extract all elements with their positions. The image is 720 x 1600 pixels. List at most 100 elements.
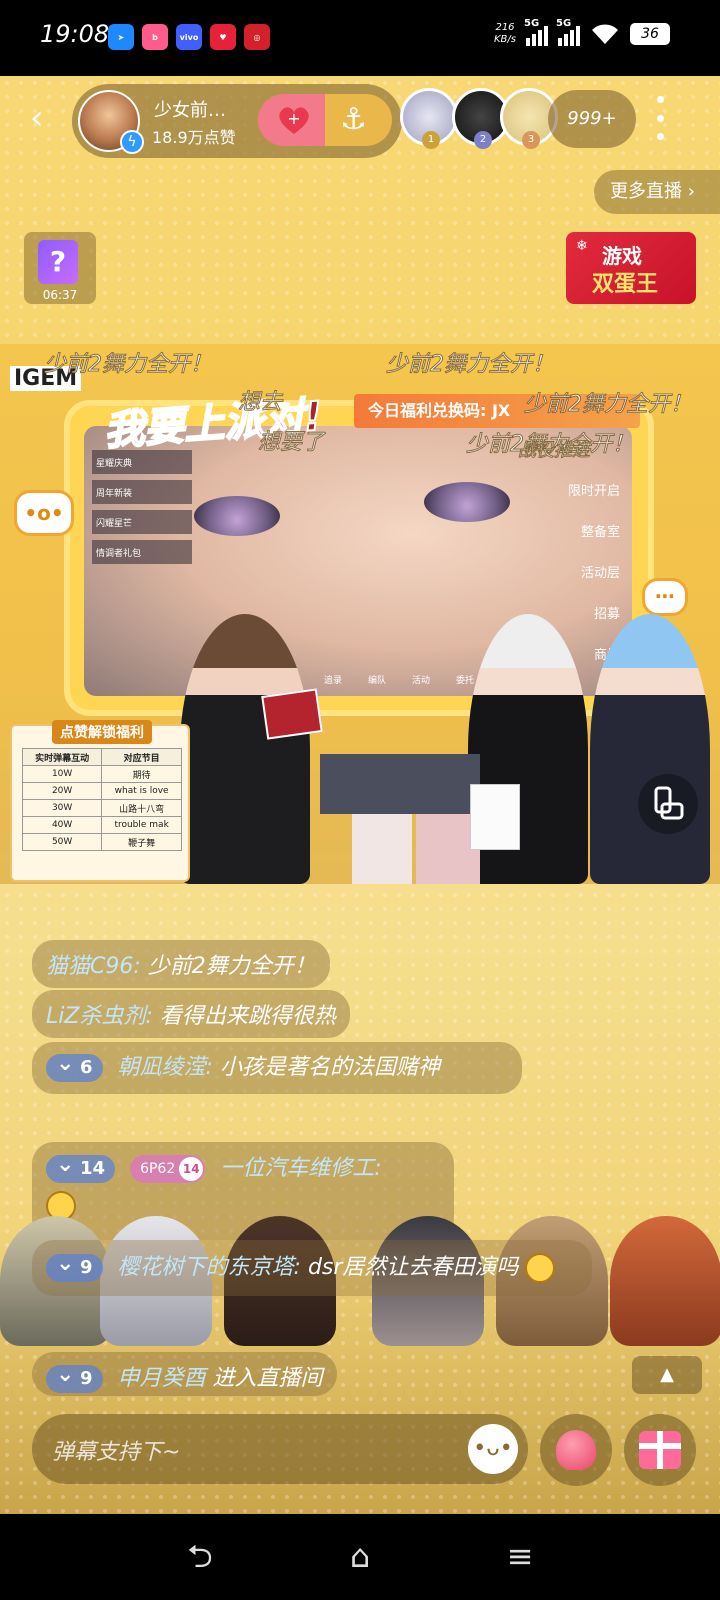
flower-gift-button[interactable] — [540, 1414, 612, 1486]
number-board-prop — [470, 784, 520, 850]
chat-text: 小孩是著名的法国赌神 — [219, 1055, 440, 1080]
chat-text: dsr居然让去春田演吗 — [307, 1255, 519, 1280]
table-cell: what is love — [101, 782, 182, 800]
chat-message[interactable]: 猫猫C96: 少前2舞力全开！ — [32, 940, 330, 988]
chat-username[interactable]: 申月癸酉 — [118, 1366, 206, 1391]
game-bottom-item: 编队 — [368, 676, 387, 686]
game-bottom-item: 委托 — [456, 676, 475, 686]
viewer-count-button[interactable]: 999+ — [548, 90, 636, 148]
table-cell: 鞭子舞 — [101, 833, 182, 851]
game-menu-item: 整备室 — [580, 525, 620, 540]
sim2-label: 5G — [556, 18, 572, 29]
table-row: 50W 鞭子舞 — [21, 833, 182, 851]
like-reward-table: 点赞解锁福利 实时弹幕互动 对应节目 10W 期待 20W what is love 3… — [10, 720, 190, 882]
chat-username[interactable]: 樱花树下的东京塔: — [118, 1255, 301, 1280]
chat-bubble-icon: •o• — [14, 490, 74, 536]
more-live-button[interactable]: 更多直播 › — [594, 170, 720, 214]
user-level-badge: 9 — [46, 1361, 103, 1393]
game-menu-item: 招募 — [593, 607, 620, 622]
flower-icon — [556, 1430, 596, 1470]
top-viewer-avatar-1[interactable]: 1 — [400, 88, 458, 149]
chat-username[interactable]: 一位汽车维修工: — [220, 1156, 381, 1181]
performer-right — [590, 614, 710, 884]
network-speed: 216 KB/s — [494, 22, 516, 46]
chat-message[interactable]: 9 樱花树下的东京塔: dsr居然让去春田演吗 — [32, 1240, 592, 1296]
signal-icon: 5G — [556, 18, 580, 46]
chat-bubble-icon: ⋯ — [642, 578, 688, 616]
network-speed-unit: KB/s — [494, 34, 516, 45]
rank-badge: 3 — [522, 131, 540, 149]
scroll-up-button[interactable]: ▲ — [632, 1356, 702, 1394]
cube-prop — [352, 814, 412, 884]
back-button[interactable]: ‹ — [30, 100, 60, 136]
table-header: 实时弹幕互动 — [21, 748, 103, 766]
chat-username[interactable]: 猫猫C96: — [46, 954, 141, 979]
game-event-item: 情调者礼包 — [92, 540, 192, 564]
gift-button[interactable] — [624, 1414, 696, 1486]
chat-message[interactable]: 6 朝凪绫滢: 小孩是著名的法国赌神 — [32, 1042, 522, 1094]
feishu-icon: ➤ — [108, 24, 134, 50]
game-event-badge[interactable]: ❄ 游戏 双蛋王 — [566, 232, 696, 304]
rank-badge: 1 — [422, 131, 440, 149]
character-illustration — [610, 1216, 720, 1346]
user-level-badge: 6 — [46, 1050, 103, 1082]
game-event-item: 周年新装 — [92, 480, 192, 504]
rotate-phone-icon — [654, 786, 684, 820]
sim1-label: 5G — [524, 18, 540, 29]
enter-notice: 9 申月癸酉 进入直播间 — [32, 1352, 337, 1396]
table-cell: 期待 — [101, 765, 182, 783]
game-side-menu: 限时开启整备室活动层招募商城 — [568, 480, 620, 663]
fan-badge-name: 6P62 — [140, 1161, 176, 1177]
rotate-screen-icon[interactable] — [638, 774, 698, 834]
chat-username[interactable]: 朝凪绫滢: — [118, 1055, 213, 1080]
live-room: ‹ ϟ 少女前… 18.9万点赞 + ⚓ 1 2 3 999+ 更多直播 › ?… — [0, 76, 720, 1514]
snowflake-icon: ❄ — [576, 238, 588, 254]
chevron-right-icon: › — [687, 181, 695, 202]
bank-app-icon: ◎ — [244, 24, 270, 50]
more-options-icon[interactable] — [648, 96, 672, 140]
heart-app-icon: ♥ — [210, 24, 236, 50]
video-player[interactable]: IGEM 星耀庆典周年新装闪耀星芒情调者礼包 限时开启整备室活动层招募商城 追录… — [0, 344, 720, 884]
nav-back-icon[interactable]: ⮌ — [178, 1536, 222, 1576]
gift-box-icon — [639, 1431, 681, 1469]
anchor-icon: ⚓ — [340, 102, 367, 137]
chat-text: 少前2舞力全开！ — [147, 954, 316, 979]
host-info-pill[interactable]: ϟ 少女前… 18.9万点赞 + ⚓ — [72, 84, 402, 158]
signal-icon: 5G — [524, 18, 548, 46]
emoji-button[interactable]: •ᴗ• — [468, 1424, 518, 1474]
follow-button[interactable]: + ⚓ — [258, 94, 392, 146]
mystery-card-widget[interactable]: ? 06:37 — [24, 232, 96, 304]
more-live-label: 更多直播 — [610, 181, 682, 202]
floating-danmu: 想去 — [237, 390, 283, 416]
nav-menu-icon[interactable]: ≡ — [498, 1536, 542, 1576]
danmu-input[interactable]: 弹幕支持下~ •ᴗ• — [32, 1414, 528, 1484]
verified-lightning-icon: ϟ — [120, 130, 144, 154]
floating-danmu: 战役推进 — [518, 440, 591, 462]
user-level-badge: 9 — [46, 1250, 103, 1282]
status-bar: 19:08 ➤ b vivo ♥ ◎ 216 KB/s 5G 5G 36 — [0, 0, 720, 76]
game-event-list: 星耀庆典 周年新装 闪耀星芒 情调者礼包 — [92, 450, 192, 564]
table-with-figures — [320, 754, 480, 814]
host-name: 少女前… — [154, 100, 226, 121]
reward-table: 实时弹幕互动 对应节目 10W 期待 20W what is love 30W 山路十八弯… — [21, 748, 182, 851]
game-badge-line2: 双蛋王 — [592, 272, 659, 297]
chat-message[interactable]: LiZ杀虫剂: 看得出来跳得很热 — [32, 990, 350, 1038]
nav-home-icon[interactable]: ⌂ — [338, 1536, 382, 1576]
wifi-icon — [592, 24, 618, 44]
system-nav-bar: ⮌ ⌂ ≡ — [0, 1514, 720, 1600]
game-menu-item: 限时开启 — [567, 484, 620, 499]
rank-badge: 2 — [474, 131, 492, 149]
game-badge-line1: 游戏 — [602, 244, 642, 268]
game-bottom-item: 活动 — [412, 676, 431, 686]
floating-danmu: 少前2舞力全开！ — [524, 392, 693, 418]
floating-danmu: 想要了 — [257, 430, 325, 456]
table-cell: 40W — [21, 816, 103, 834]
svg-text:+: + — [287, 109, 300, 128]
game-event-item: 闪耀星芒 — [92, 510, 192, 534]
question-card-icon: ? — [38, 240, 78, 284]
vivo-icon: vivo — [176, 24, 202, 50]
table-cell: 20W — [21, 782, 103, 800]
table-cell: 30W — [21, 799, 103, 817]
chat-username[interactable]: LiZ杀虫剂: — [46, 1004, 153, 1029]
bilibili-icon: b — [142, 24, 168, 50]
